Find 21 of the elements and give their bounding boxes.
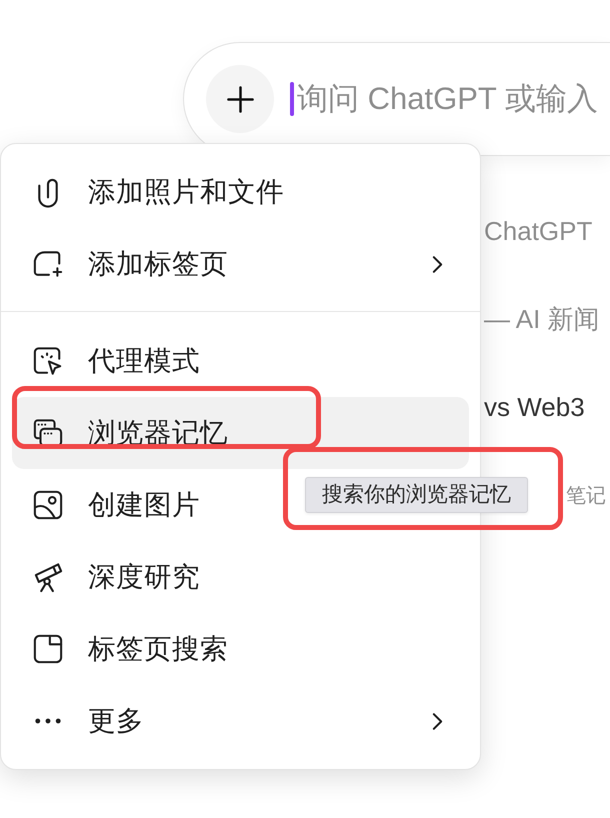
- menu-item[interactable]: 代理模式: [12, 325, 469, 397]
- menu-item[interactable]: 深度研究: [12, 541, 469, 613]
- tooltip: 搜索你的浏览器记忆: [305, 477, 528, 513]
- telescope-icon: [32, 562, 64, 592]
- menu-item[interactable]: 更多: [12, 685, 469, 757]
- square-tab-icon: [33, 634, 63, 664]
- suggestion-text: 笔记: [566, 484, 606, 508]
- paperclip-icon: [36, 176, 60, 208]
- message-input[interactable]: 询问 ChatGPT 或输入: [294, 76, 610, 122]
- menu-item[interactable]: 添加照片和文件: [12, 156, 469, 228]
- suggestion-text: vs Web3: [484, 392, 585, 424]
- image-icon: [33, 490, 63, 520]
- suggestion-text: ChatGPT: [484, 216, 592, 248]
- page-plus-icon: [33, 250, 63, 278]
- pointer-icon: [33, 346, 63, 376]
- ellipsis-icon: [35, 718, 61, 724]
- plus-icon: [226, 86, 254, 112]
- composer-field[interactable]: 询问 ChatGPT 或输入: [183, 42, 610, 156]
- suggestion-text: — AI 新闻: [484, 304, 600, 336]
- menu-item[interactable]: 标签页搜索: [12, 613, 469, 685]
- menu-item[interactable]: 添加标签页: [12, 228, 469, 300]
